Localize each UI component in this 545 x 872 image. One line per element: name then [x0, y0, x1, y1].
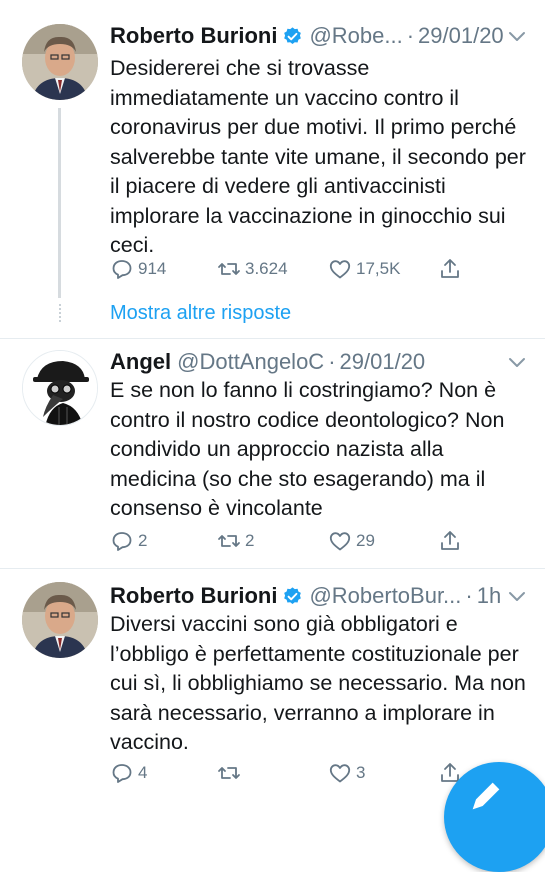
thread-line [58, 108, 61, 298]
reply-count: 4 [138, 763, 148, 782]
reply-button[interactable]: 4 [110, 758, 147, 788]
verified-badge-icon [282, 586, 303, 607]
compose-tweet-icon [472, 782, 500, 810]
tweet-header: Angel @DottAngeloC · 29/01/20 [110, 344, 425, 380]
divider [0, 338, 545, 339]
retweet-button[interactable]: 2 [217, 526, 254, 556]
reply-icon [112, 764, 132, 783]
author-name[interactable]: Roberto Burioni [110, 583, 277, 609]
avatar-angel[interactable] [22, 350, 98, 426]
retweet-icon [218, 263, 240, 275]
author-name[interactable]: Angel [110, 349, 171, 375]
share-button[interactable] [438, 254, 466, 284]
retweet-icon [218, 535, 240, 547]
tweet-timestamp[interactable]: 29/01/20 [340, 349, 426, 375]
chevron-down-icon[interactable] [507, 590, 527, 604]
tweet-actions: 2 2 29 [110, 526, 530, 556]
tweet-header: Roberto Burioni @Robe... · 29/01/20 [110, 18, 504, 54]
author-handle[interactable]: @DottAngeloC [177, 349, 324, 375]
tweet-header: Roberto Burioni @RobertoBur... · 1h [110, 578, 501, 614]
reply-count: 2 [138, 531, 148, 550]
tweet-timestamp[interactable]: 29/01/20 [418, 23, 504, 49]
reply-button[interactable]: 914 [110, 254, 166, 284]
share-button[interactable] [438, 526, 466, 556]
like-icon [329, 532, 351, 551]
tweet-timestamp[interactable]: 1h [477, 583, 501, 609]
author-handle[interactable]: @Robe... [309, 23, 402, 49]
retweet-button[interactable]: 3.624 [217, 254, 288, 284]
show-more-replies-link[interactable]: Mostra altre risposte [110, 302, 291, 325]
tweet-text: E se non lo fanno li costringiamo? Non è… [110, 378, 505, 520]
retweet-count: 2 [245, 531, 255, 550]
reply-icon [112, 532, 132, 551]
thread-dots [59, 304, 63, 322]
separator-dot: · [465, 583, 473, 608]
like-count: 29 [356, 531, 375, 550]
retweet-button[interactable] [217, 758, 245, 788]
like-button[interactable]: 29 [328, 526, 375, 556]
avatar-roberto-burioni[interactable] [22, 24, 98, 100]
separator-dot: · [328, 349, 336, 374]
like-count: 17,5K [356, 259, 401, 278]
tweet-text: Desidererei che si trovasse immediatamen… [110, 56, 526, 257]
retweet-icon [218, 767, 240, 779]
chevron-down-icon[interactable] [507, 356, 527, 370]
author-name[interactable]: Roberto Burioni [110, 23, 277, 49]
tweet-actions: 914 3.624 17,5K [110, 254, 530, 284]
reply-count: 914 [138, 259, 167, 278]
reply-icon [112, 260, 132, 279]
like-button[interactable]: 3 [328, 758, 365, 788]
like-icon [329, 764, 351, 783]
separator-dot: · [406, 23, 415, 48]
like-button[interactable]: 17,5K [328, 254, 400, 284]
verified-badge-icon [282, 26, 303, 47]
share-icon [441, 531, 459, 550]
reply-button[interactable]: 2 [110, 526, 147, 556]
like-icon [329, 260, 351, 279]
tweet-text: Diversi vaccini sono già obbligatori e l… [110, 612, 526, 754]
avatar-roberto-burioni[interactable] [22, 582, 98, 658]
compose-tweet-button[interactable] [444, 762, 545, 872]
like-count: 3 [356, 763, 366, 782]
author-handle[interactable]: @RobertoBur... [309, 583, 461, 609]
retweet-count: 3.624 [245, 259, 288, 278]
divider [0, 568, 545, 569]
share-icon [441, 259, 459, 278]
chevron-down-icon[interactable] [507, 30, 527, 44]
